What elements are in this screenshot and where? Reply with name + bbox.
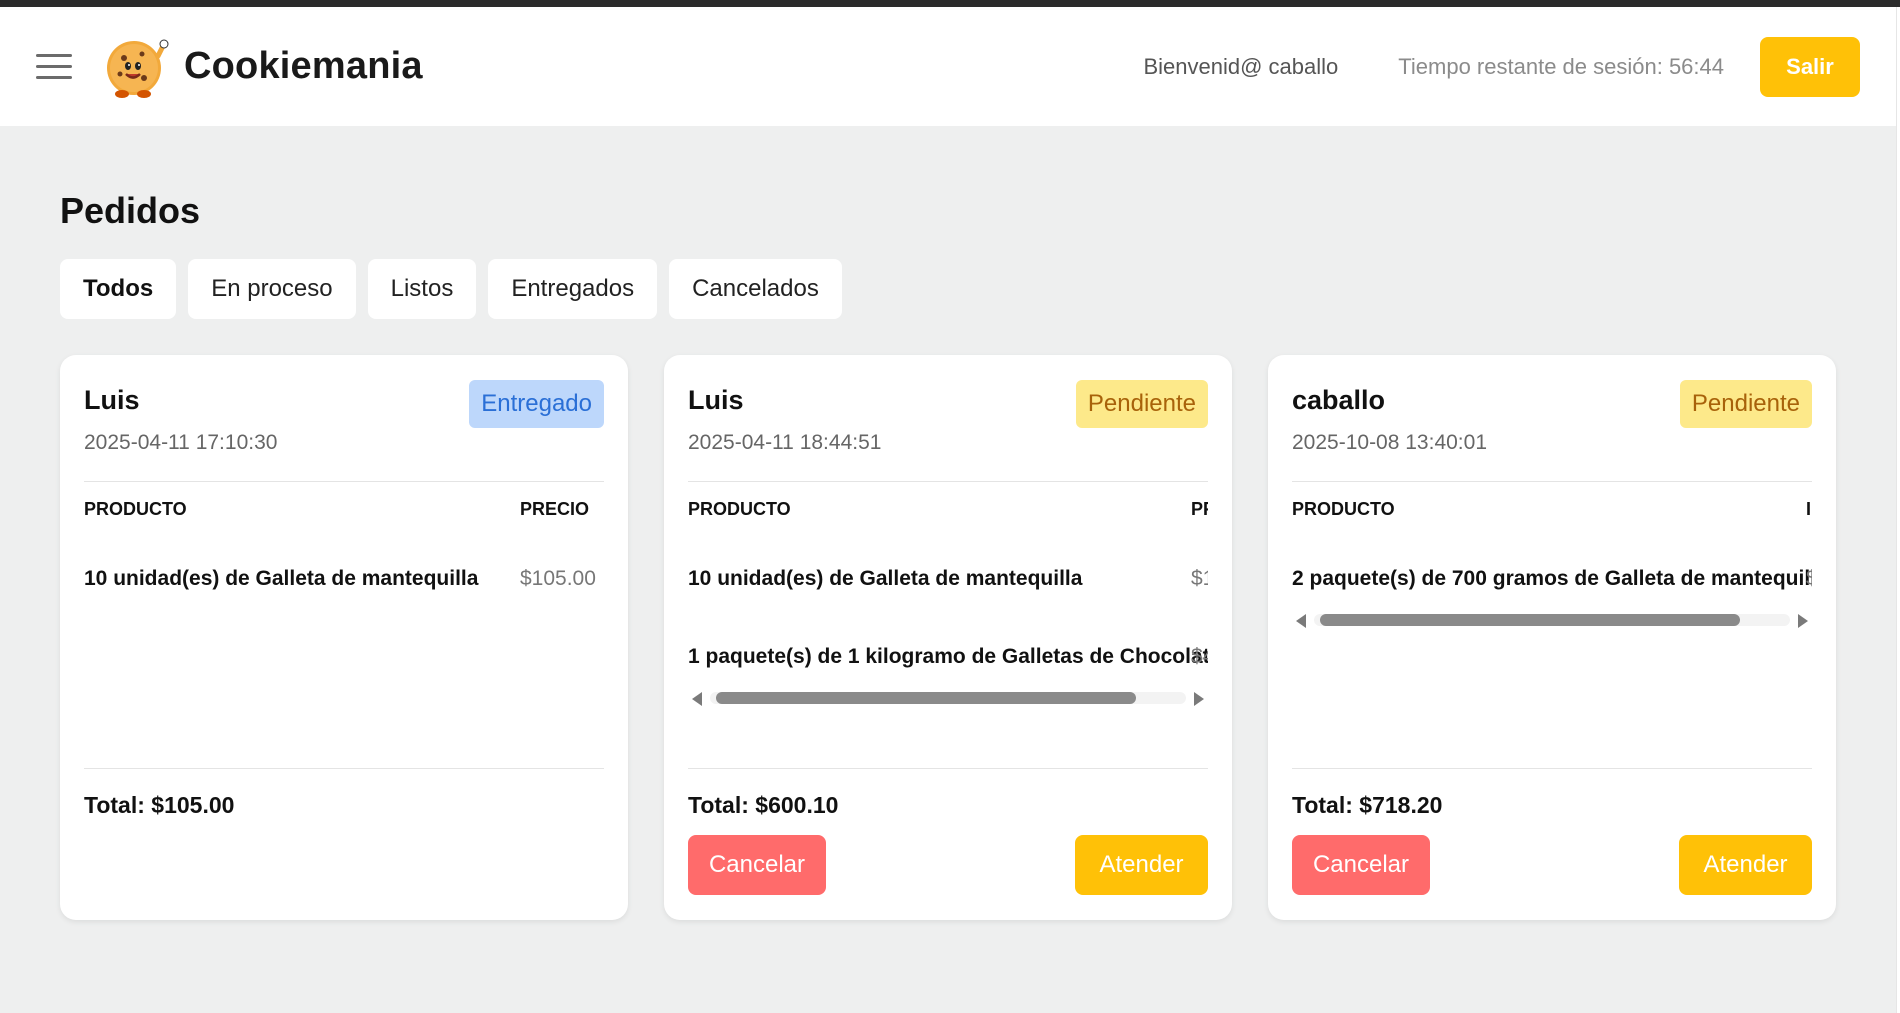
order-date: 2025-04-11 17:10:30: [84, 431, 278, 454]
session-timer: Tiempo restante de sesión: 56:44: [1398, 53, 1724, 79]
scroll-right-arrow-icon[interactable]: [1798, 614, 1808, 628]
customer-name: caballo: [1292, 385, 1386, 415]
order-items-table: PRODUCTO I 2 paquete(s) de 700 gramos de…: [1292, 499, 1812, 759]
tab-en-proceso[interactable]: En proceso: [188, 259, 356, 319]
divider: [1292, 768, 1812, 769]
order-card: Luis Pendiente 2025-04-11 18:44:51 PRODU…: [664, 355, 1232, 920]
column-header-product: PRODUCTO: [1292, 499, 1395, 519]
logout-button[interactable]: Salir: [1760, 36, 1860, 97]
order-total: Total: $105.00: [84, 792, 235, 818]
status-badge: Entregado: [469, 380, 604, 428]
cancel-order-button[interactable]: Cancelar: [688, 835, 826, 895]
page-title: Pedidos: [60, 190, 201, 231]
item-price: $105.00: [520, 567, 596, 590]
column-header-product: PRODUCTO: [688, 499, 791, 519]
order-total: Total: $718.20: [1292, 792, 1443, 818]
divider: [84, 768, 604, 769]
attend-order-button[interactable]: Atender: [1075, 835, 1208, 895]
cancel-order-button[interactable]: Cancelar: [1292, 835, 1430, 895]
order-items-table: PRODUCTO PRECIO 10 unidad(es) de Galleta…: [84, 499, 604, 759]
column-header-price: PRECIO: [520, 499, 590, 519]
scroll-right-arrow-icon[interactable]: [1194, 692, 1204, 706]
tab-todos[interactable]: Todos: [60, 259, 177, 319]
column-header-price: I: [1806, 499, 1812, 519]
order-card: Luis Entregado 2025-04-11 17:10:30 PRODU…: [60, 355, 628, 920]
table-horizontal-scrollbar[interactable]: [1292, 611, 1812, 629]
page-scrollbar[interactable]: [1896, 7, 1900, 1013]
item-price: $: [1806, 567, 1812, 590]
order-items-table: PRODUCTO PF 10 unidad(es) de Galleta de …: [688, 499, 1208, 759]
app-header: Cookiemania Bienvenid@ caballo Tiempo re…: [0, 7, 1896, 126]
divider: [688, 481, 1208, 482]
column-header-price: PF: [1191, 499, 1208, 519]
table-horizontal-scrollbar[interactable]: [688, 689, 1208, 707]
welcome-text: Bienvenid@ caballo: [1143, 53, 1339, 79]
customer-name: Luis: [688, 385, 744, 415]
status-badge: Pendiente: [1075, 380, 1208, 428]
tab-entregados[interactable]: Entregados: [488, 259, 658, 319]
column-header-product: PRODUCTO: [84, 499, 187, 519]
orders-grid: Luis Entregado 2025-04-11 17:10:30 PRODU…: [60, 355, 1836, 920]
cookie-logo-icon: [104, 34, 170, 100]
item-product: 10 unidad(es) de Galleta de mantequilla: [84, 567, 479, 590]
order-date: 2025-10-08 13:40:01: [1292, 431, 1487, 454]
item-price: $1: [1191, 567, 1208, 590]
scroll-left-arrow-icon[interactable]: [1296, 614, 1306, 628]
item-price: $4: [1191, 645, 1208, 668]
attend-order-button[interactable]: Atender: [1679, 835, 1812, 895]
divider: [1292, 481, 1812, 482]
scrollbar-thumb[interactable]: [716, 692, 1136, 704]
status-filter-tabs: Todos En proceso Listos Entregados Cance…: [60, 259, 842, 319]
divider: [84, 481, 604, 482]
scroll-left-arrow-icon[interactable]: [692, 692, 702, 706]
scrollbar-thumb[interactable]: [1320, 614, 1740, 626]
tab-cancelados[interactable]: Cancelados: [669, 259, 842, 319]
header-user-area: Bienvenid@ caballo Tiempo restante de se…: [1143, 36, 1860, 97]
tab-listos[interactable]: Listos: [367, 259, 477, 319]
order-date: 2025-04-11 18:44:51: [688, 431, 882, 454]
item-product: 10 unidad(es) de Galleta de mantequilla: [688, 567, 1083, 590]
item-product: 2 paquete(s) de 700 gramos de Galleta de…: [1292, 567, 1812, 590]
item-product: 1 paquete(s) de 1 kilogramo de Galletas …: [688, 645, 1208, 668]
window-top-border: [0, 0, 1900, 7]
brand-name: Cookiemania: [184, 45, 423, 87]
divider: [688, 768, 1208, 769]
order-card: caballo Pendiente 2025-10-08 13:40:01 PR…: [1268, 355, 1836, 920]
status-badge: Pendiente: [1679, 380, 1812, 428]
customer-name: Luis: [84, 385, 140, 415]
hamburger-icon[interactable]: [36, 49, 72, 85]
order-total: Total: $600.10: [688, 792, 839, 818]
